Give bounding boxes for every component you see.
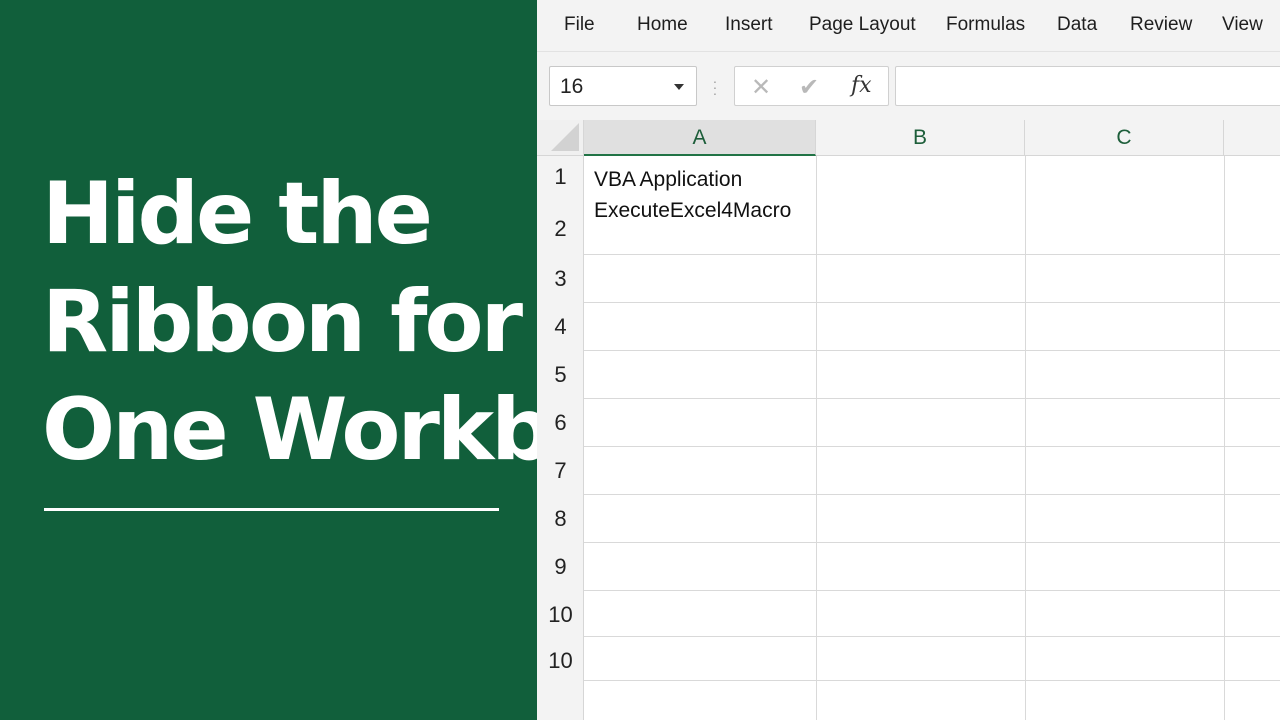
row-header-6[interactable]: 6 — [537, 410, 584, 440]
drag-handle-icon[interactable]: · · · — [712, 74, 718, 100]
formula-controls: ✕ ✔ fx — [734, 66, 889, 106]
headline: Hide the Ribbon for One Workbook — [42, 160, 719, 484]
grid-line — [584, 302, 1280, 303]
grid-line — [1025, 156, 1026, 720]
formula-input[interactable] — [895, 66, 1280, 106]
select-all-button[interactable] — [537, 120, 584, 156]
cell-a1-line-1: VBA Application — [594, 168, 743, 191]
grid-line — [584, 350, 1280, 351]
menu-home[interactable]: Home — [637, 14, 688, 36]
row-header-7[interactable]: 7 — [537, 458, 584, 488]
menu-insert[interactable]: Insert — [725, 14, 773, 36]
worksheet-grid: A B C 1 2 3 4 5 6 7 8 9 10 10 VBA Applic… — [537, 120, 1280, 720]
headline-line-3: One Workbook — [42, 380, 719, 480]
row-header-11[interactable]: 10 — [537, 648, 584, 678]
insert-function-icon[interactable]: fx — [851, 73, 872, 98]
menu-review[interactable]: Review — [1130, 14, 1192, 36]
title-panel: Hide the Ribbon for One Workbook — [0, 0, 719, 720]
grid-line — [584, 446, 1280, 447]
menu-bar: File Home Insert Page Layout Formulas Da… — [537, 0, 1280, 52]
excel-window: File Home Insert Page Layout Formulas Da… — [537, 0, 1280, 720]
name-box[interactable]: 16 — [549, 66, 697, 106]
row-header-2[interactable]: 2 — [537, 216, 584, 246]
row-header-8[interactable]: 8 — [537, 506, 584, 536]
grid-line — [584, 636, 1280, 637]
check-icon[interactable]: ✔ — [799, 73, 819, 102]
headline-divider — [44, 508, 499, 511]
grid-line — [584, 680, 1280, 681]
close-icon[interactable]: ✕ — [751, 73, 771, 102]
grid-line — [584, 398, 1280, 399]
menu-data[interactable]: Data — [1057, 14, 1097, 36]
menu-page-layout[interactable]: Page Layout — [809, 14, 916, 36]
grid-line — [584, 542, 1280, 543]
row-header-4[interactable]: 4 — [537, 314, 584, 344]
grid-line — [584, 494, 1280, 495]
column-header-b[interactable]: B — [816, 120, 1025, 156]
row-header-3[interactable]: 3 — [537, 266, 584, 296]
headline-line-1: Hide the — [42, 164, 433, 264]
row-header-9[interactable]: 9 — [537, 554, 584, 584]
column-header-d[interactable] — [1224, 120, 1280, 156]
column-header-a[interactable]: A — [584, 120, 816, 156]
grid-line — [584, 590, 1280, 591]
headline-line-2: Ribbon for — [42, 272, 523, 372]
row-header-10[interactable]: 10 — [537, 602, 584, 632]
cell-a1-line-2: ExecuteExcel4Macro — [594, 199, 792, 222]
menu-view[interactable]: View — [1222, 14, 1263, 36]
row-header-1[interactable]: 1 — [537, 164, 584, 194]
menu-file[interactable]: File — [564, 14, 595, 36]
name-box-value: 16 — [560, 75, 584, 98]
cell-a1[interactable]: VBA Application ExecuteExcel4Macro — [594, 164, 791, 226]
select-all-icon — [551, 123, 579, 151]
chevron-down-icon[interactable] — [674, 84, 684, 90]
menu-formulas[interactable]: Formulas — [946, 14, 1025, 36]
column-header-c[interactable]: C — [1025, 120, 1224, 156]
grid-line — [584, 254, 1280, 255]
row-header-5[interactable]: 5 — [537, 362, 584, 392]
grid-line — [1224, 156, 1225, 720]
formula-bar: 16 · · · ✕ ✔ fx — [537, 52, 1280, 120]
grid-line — [816, 156, 817, 720]
